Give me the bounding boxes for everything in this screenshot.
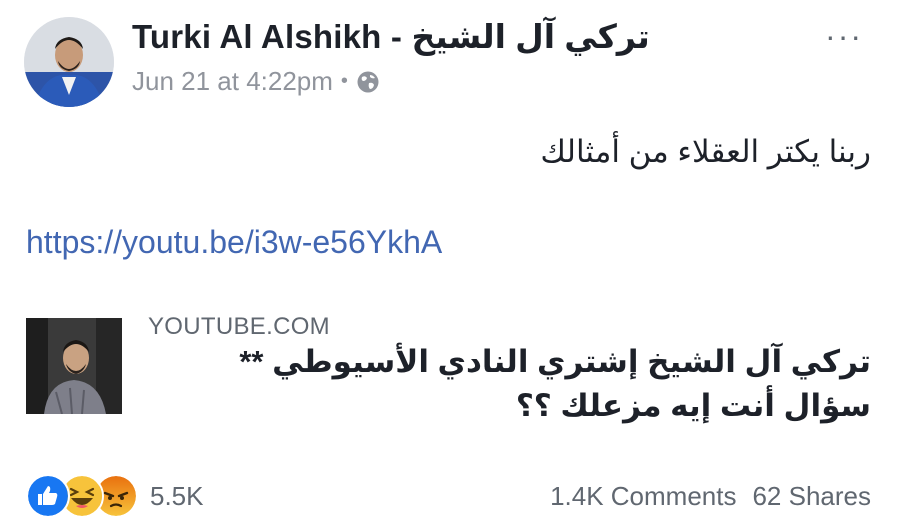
video-thumbnail <box>26 318 122 414</box>
author-name[interactable]: Turki Al Alshikh - تركي آل الشيخ <box>132 17 650 56</box>
shares-count[interactable]: 62 Shares <box>752 481 871 512</box>
globe-icon[interactable] <box>356 70 380 94</box>
profile-photo <box>24 17 114 107</box>
engagement-counts: 1.4K Comments 62 Shares <box>550 481 871 512</box>
meta-separator: • <box>340 70 348 92</box>
reactions-count[interactable]: 5.5K <box>150 481 204 512</box>
more-options-button[interactable]: ··· <box>825 18 863 55</box>
post-text: ربنا يكتر العقلاء من أمثالك <box>540 134 871 169</box>
post-timestamp[interactable]: Jun 21 at 4:22pm <box>132 66 333 97</box>
link-preview-title[interactable]: تركي آل الشيخ إشتري النادي الأسيوطي ** س… <box>171 340 871 428</box>
link-preview-domain: YOUTUBE.COM <box>148 313 330 340</box>
like-icon <box>26 474 70 518</box>
post-meta: Jun 21 at 4:22pm • <box>132 66 380 97</box>
link-preview-thumbnail[interactable] <box>26 318 122 414</box>
author-avatar[interactable] <box>24 17 114 107</box>
comments-count[interactable]: 1.4K Comments <box>550 481 736 512</box>
post-link[interactable]: https://youtu.be/i3w-e56YkhA <box>26 224 442 261</box>
reactions-summary[interactable]: 5.5K <box>26 474 204 518</box>
